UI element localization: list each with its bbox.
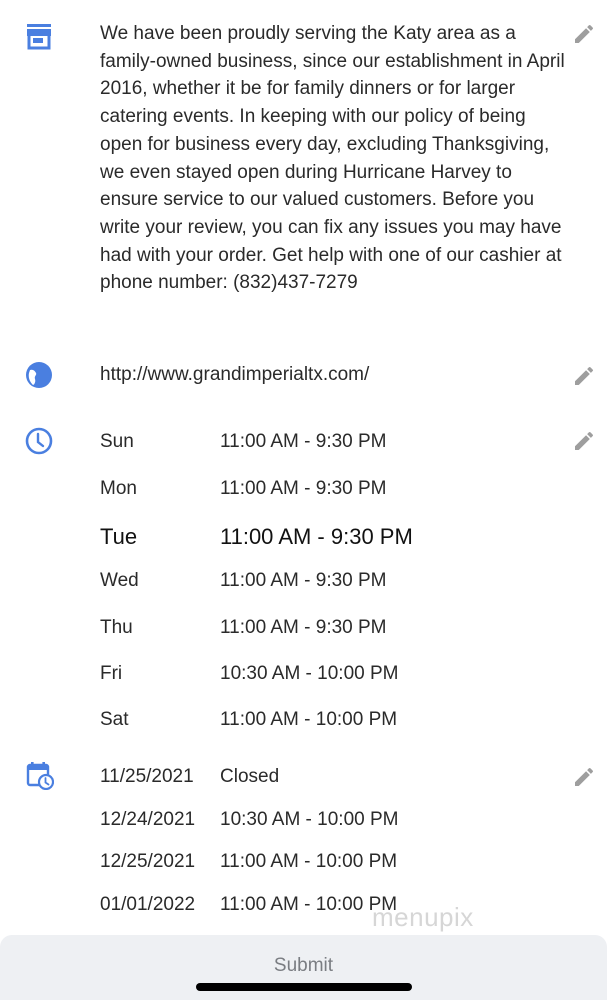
day-hours: 10:30 AM - 10:00 PM xyxy=(220,663,399,684)
day-hours: 11:00 AM - 9:30 PM xyxy=(220,617,387,638)
day-label: Sat xyxy=(100,709,129,730)
day-hours: 11:00 AM - 9:30 PM xyxy=(220,570,387,591)
website-section: http://www.grandimperialtx.com/ xyxy=(0,355,607,395)
globe-icon xyxy=(26,362,52,388)
watermark: menupix xyxy=(372,902,474,932)
edit-special-hours-icon[interactable] xyxy=(572,765,596,789)
edit-description-icon[interactable] xyxy=(572,22,596,46)
business-description: We have been proudly serving the Katy ar… xyxy=(100,23,565,294)
edit-website-icon[interactable] xyxy=(572,364,596,388)
special-date: 01/01/2022 xyxy=(100,894,196,915)
submit-bar: Submit xyxy=(0,935,607,1000)
special-hours: Closed xyxy=(220,766,280,787)
special-date: 12/24/2021 xyxy=(100,809,196,830)
day-hours: 11:00 AM - 9:30 PM xyxy=(220,478,387,499)
day-hours: 11:00 AM - 9:30 PM xyxy=(220,524,413,549)
day-label: Wed xyxy=(100,570,139,591)
edit-hours-icon[interactable] xyxy=(572,429,596,453)
day-hours: 11:00 AM - 9:30 PM xyxy=(220,431,387,452)
store-icon xyxy=(27,24,51,50)
home-indicator[interactable] xyxy=(196,983,412,991)
special-hours: 10:30 AM - 10:00 PM xyxy=(220,809,399,830)
day-label: Sun xyxy=(100,431,134,452)
day-label: Thu xyxy=(100,617,133,638)
special-date: 12/25/2021 xyxy=(100,851,196,872)
special-hours: 11:00 AM - 10:00 PM xyxy=(220,851,398,872)
special-hours-section: 11/25/2021 Closed 12/24/2021 10:30 AM - … xyxy=(0,760,607,920)
day-label: Tue xyxy=(100,524,138,549)
clock-icon xyxy=(25,427,53,455)
submit-button[interactable]: Submit xyxy=(0,955,607,977)
website-link[interactable]: http://www.grandimperialtx.com/ xyxy=(100,364,369,386)
day-hours: 11:00 AM - 10:00 PM xyxy=(220,709,398,730)
day-label: Fri xyxy=(100,663,123,684)
description-section: We have been proudly serving the Katy ar… xyxy=(0,0,607,340)
day-label: Mon xyxy=(100,478,137,499)
special-date: 11/25/2021 xyxy=(100,766,194,787)
hours-section: Sun 11:00 AM - 9:30 PM Mon 11:00 AM - 9:… xyxy=(0,420,607,740)
calendar-clock-icon xyxy=(26,762,54,790)
special-hours: 11:00 AM - 10:00 PM xyxy=(220,894,398,915)
